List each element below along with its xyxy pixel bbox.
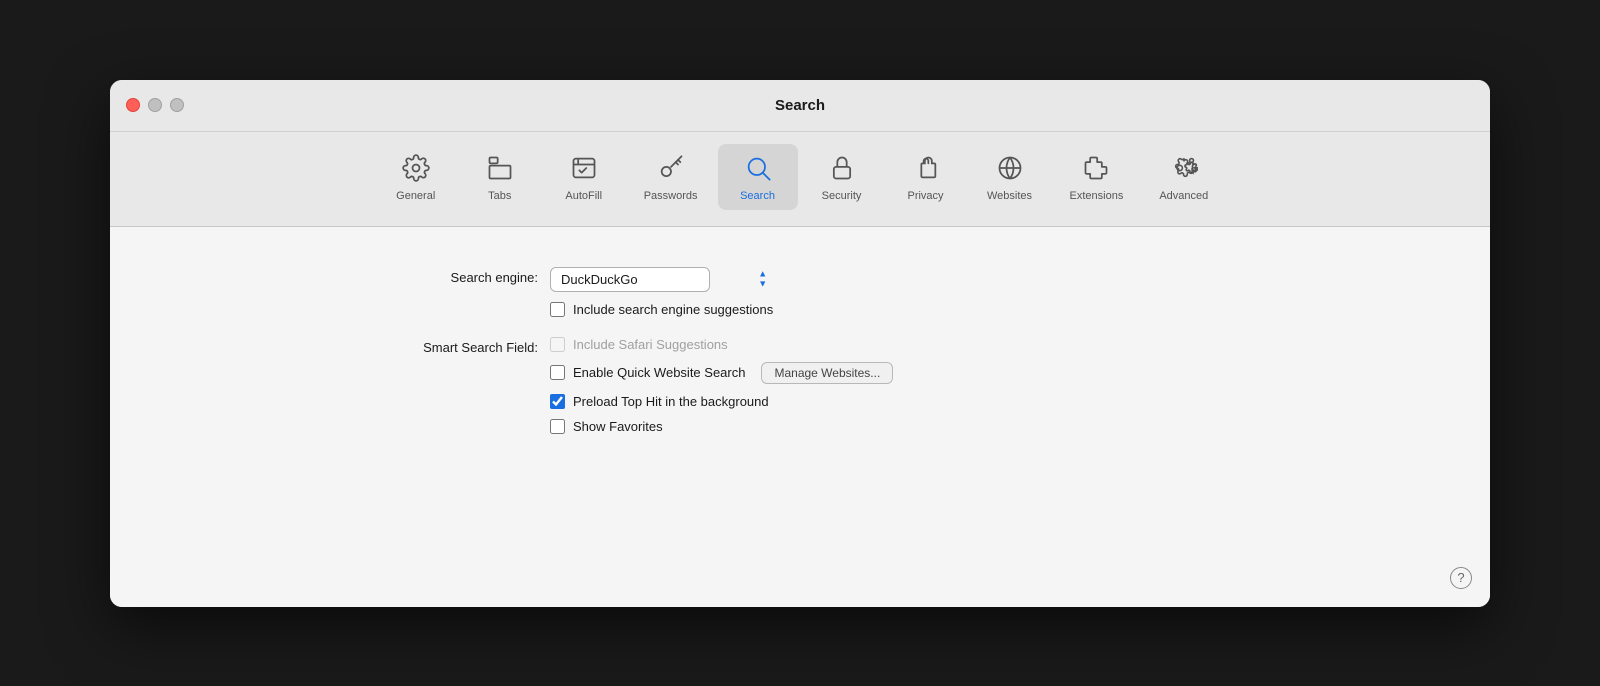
enable-quick-search-row: Enable Quick Website Search Manage Websi… bbox=[550, 362, 893, 384]
tab-privacy-label: Privacy bbox=[907, 190, 943, 202]
tab-passwords-label: Passwords bbox=[644, 190, 698, 202]
tab-tabs[interactable]: Tabs bbox=[460, 144, 540, 210]
tab-autofill-label: AutoFill bbox=[565, 190, 602, 202]
include-suggestions-checkbox[interactable] bbox=[550, 302, 565, 317]
autofill-icon bbox=[568, 152, 600, 184]
preload-top-hit-label: Preload Top Hit in the background bbox=[573, 394, 769, 409]
search-icon bbox=[742, 152, 774, 184]
search-engine-label: Search engine: bbox=[350, 267, 550, 285]
tab-extensions[interactable]: Extensions bbox=[1054, 144, 1140, 210]
enable-quick-search-label: Enable Quick Website Search bbox=[573, 365, 745, 380]
include-safari-label: Include Safari Suggestions bbox=[573, 337, 728, 352]
include-suggestions-row: Include search engine suggestions bbox=[550, 302, 773, 317]
gear-advanced-icon bbox=[1168, 152, 1200, 184]
show-favorites-row: Show Favorites bbox=[550, 419, 893, 434]
show-favorites-label: Show Favorites bbox=[573, 419, 663, 434]
globe-icon bbox=[994, 152, 1026, 184]
key-icon bbox=[655, 152, 687, 184]
tab-passwords[interactable]: Passwords bbox=[628, 144, 714, 210]
minimize-button[interactable] bbox=[148, 98, 162, 112]
tab-general[interactable]: General bbox=[376, 144, 456, 210]
tab-security-label: Security bbox=[822, 190, 862, 202]
enable-quick-search-checkbox[interactable] bbox=[550, 365, 565, 380]
window-title: Search bbox=[775, 97, 825, 114]
include-safari-row: Include Safari Suggestions bbox=[550, 337, 893, 352]
lock-icon bbox=[826, 152, 858, 184]
search-engine-controls: DuckDuckGo Google Bing Yahoo Ecosia ▲ ▼ bbox=[550, 267, 773, 317]
search-engine-row: Search engine: DuckDuckGo Google Bing Ya… bbox=[350, 267, 1250, 317]
traffic-lights bbox=[126, 98, 184, 112]
preload-top-hit-checkbox[interactable] bbox=[550, 394, 565, 409]
help-button[interactable]: ? bbox=[1450, 567, 1472, 589]
manage-websites-button[interactable]: Manage Websites... bbox=[761, 362, 893, 384]
content-area: Search engine: DuckDuckGo Google Bing Ya… bbox=[110, 227, 1490, 607]
tab-autofill[interactable]: AutoFill bbox=[544, 144, 624, 210]
close-button[interactable] bbox=[126, 98, 140, 112]
tab-advanced[interactable]: Advanced bbox=[1143, 144, 1224, 210]
titlebar: Search bbox=[110, 80, 1490, 132]
tab-security[interactable]: Security bbox=[802, 144, 882, 210]
tab-search[interactable]: Search bbox=[718, 144, 798, 210]
tab-privacy[interactable]: Privacy bbox=[886, 144, 966, 210]
tab-search-label: Search bbox=[740, 190, 775, 202]
smart-search-label: Smart Search Field: bbox=[350, 337, 550, 355]
tab-websites-label: Websites bbox=[987, 190, 1032, 202]
tab-extensions-label: Extensions bbox=[1070, 190, 1124, 202]
smart-search-row: Smart Search Field: Include Safari Sugge… bbox=[350, 337, 1250, 434]
gear-icon bbox=[400, 152, 432, 184]
maximize-button[interactable] bbox=[170, 98, 184, 112]
preload-top-hit-row: Preload Top Hit in the background bbox=[550, 394, 893, 409]
tab-advanced-label: Advanced bbox=[1159, 190, 1208, 202]
tabs-icon bbox=[484, 152, 516, 184]
tab-general-label: General bbox=[396, 190, 435, 202]
puzzle-icon bbox=[1080, 152, 1112, 184]
hand-icon bbox=[910, 152, 942, 184]
smart-search-controls: Include Safari Suggestions Enable Quick … bbox=[550, 337, 893, 434]
toolbar: General Tabs AutoFill bbox=[110, 132, 1490, 227]
include-safari-checkbox[interactable] bbox=[550, 337, 565, 352]
tab-tabs-label: Tabs bbox=[488, 190, 511, 202]
include-suggestions-label: Include search engine suggestions bbox=[573, 302, 773, 317]
tab-websites[interactable]: Websites bbox=[970, 144, 1050, 210]
select-arrows-icon: ▲ ▼ bbox=[758, 270, 767, 289]
search-engine-select-wrapper: DuckDuckGo Google Bing Yahoo Ecosia ▲ ▼ bbox=[550, 267, 773, 292]
main-window: Search General Tabs bbox=[110, 80, 1490, 607]
show-favorites-checkbox[interactable] bbox=[550, 419, 565, 434]
search-engine-select[interactable]: DuckDuckGo Google Bing Yahoo Ecosia bbox=[550, 267, 710, 292]
settings-area: Search engine: DuckDuckGo Google Bing Ya… bbox=[350, 267, 1250, 434]
